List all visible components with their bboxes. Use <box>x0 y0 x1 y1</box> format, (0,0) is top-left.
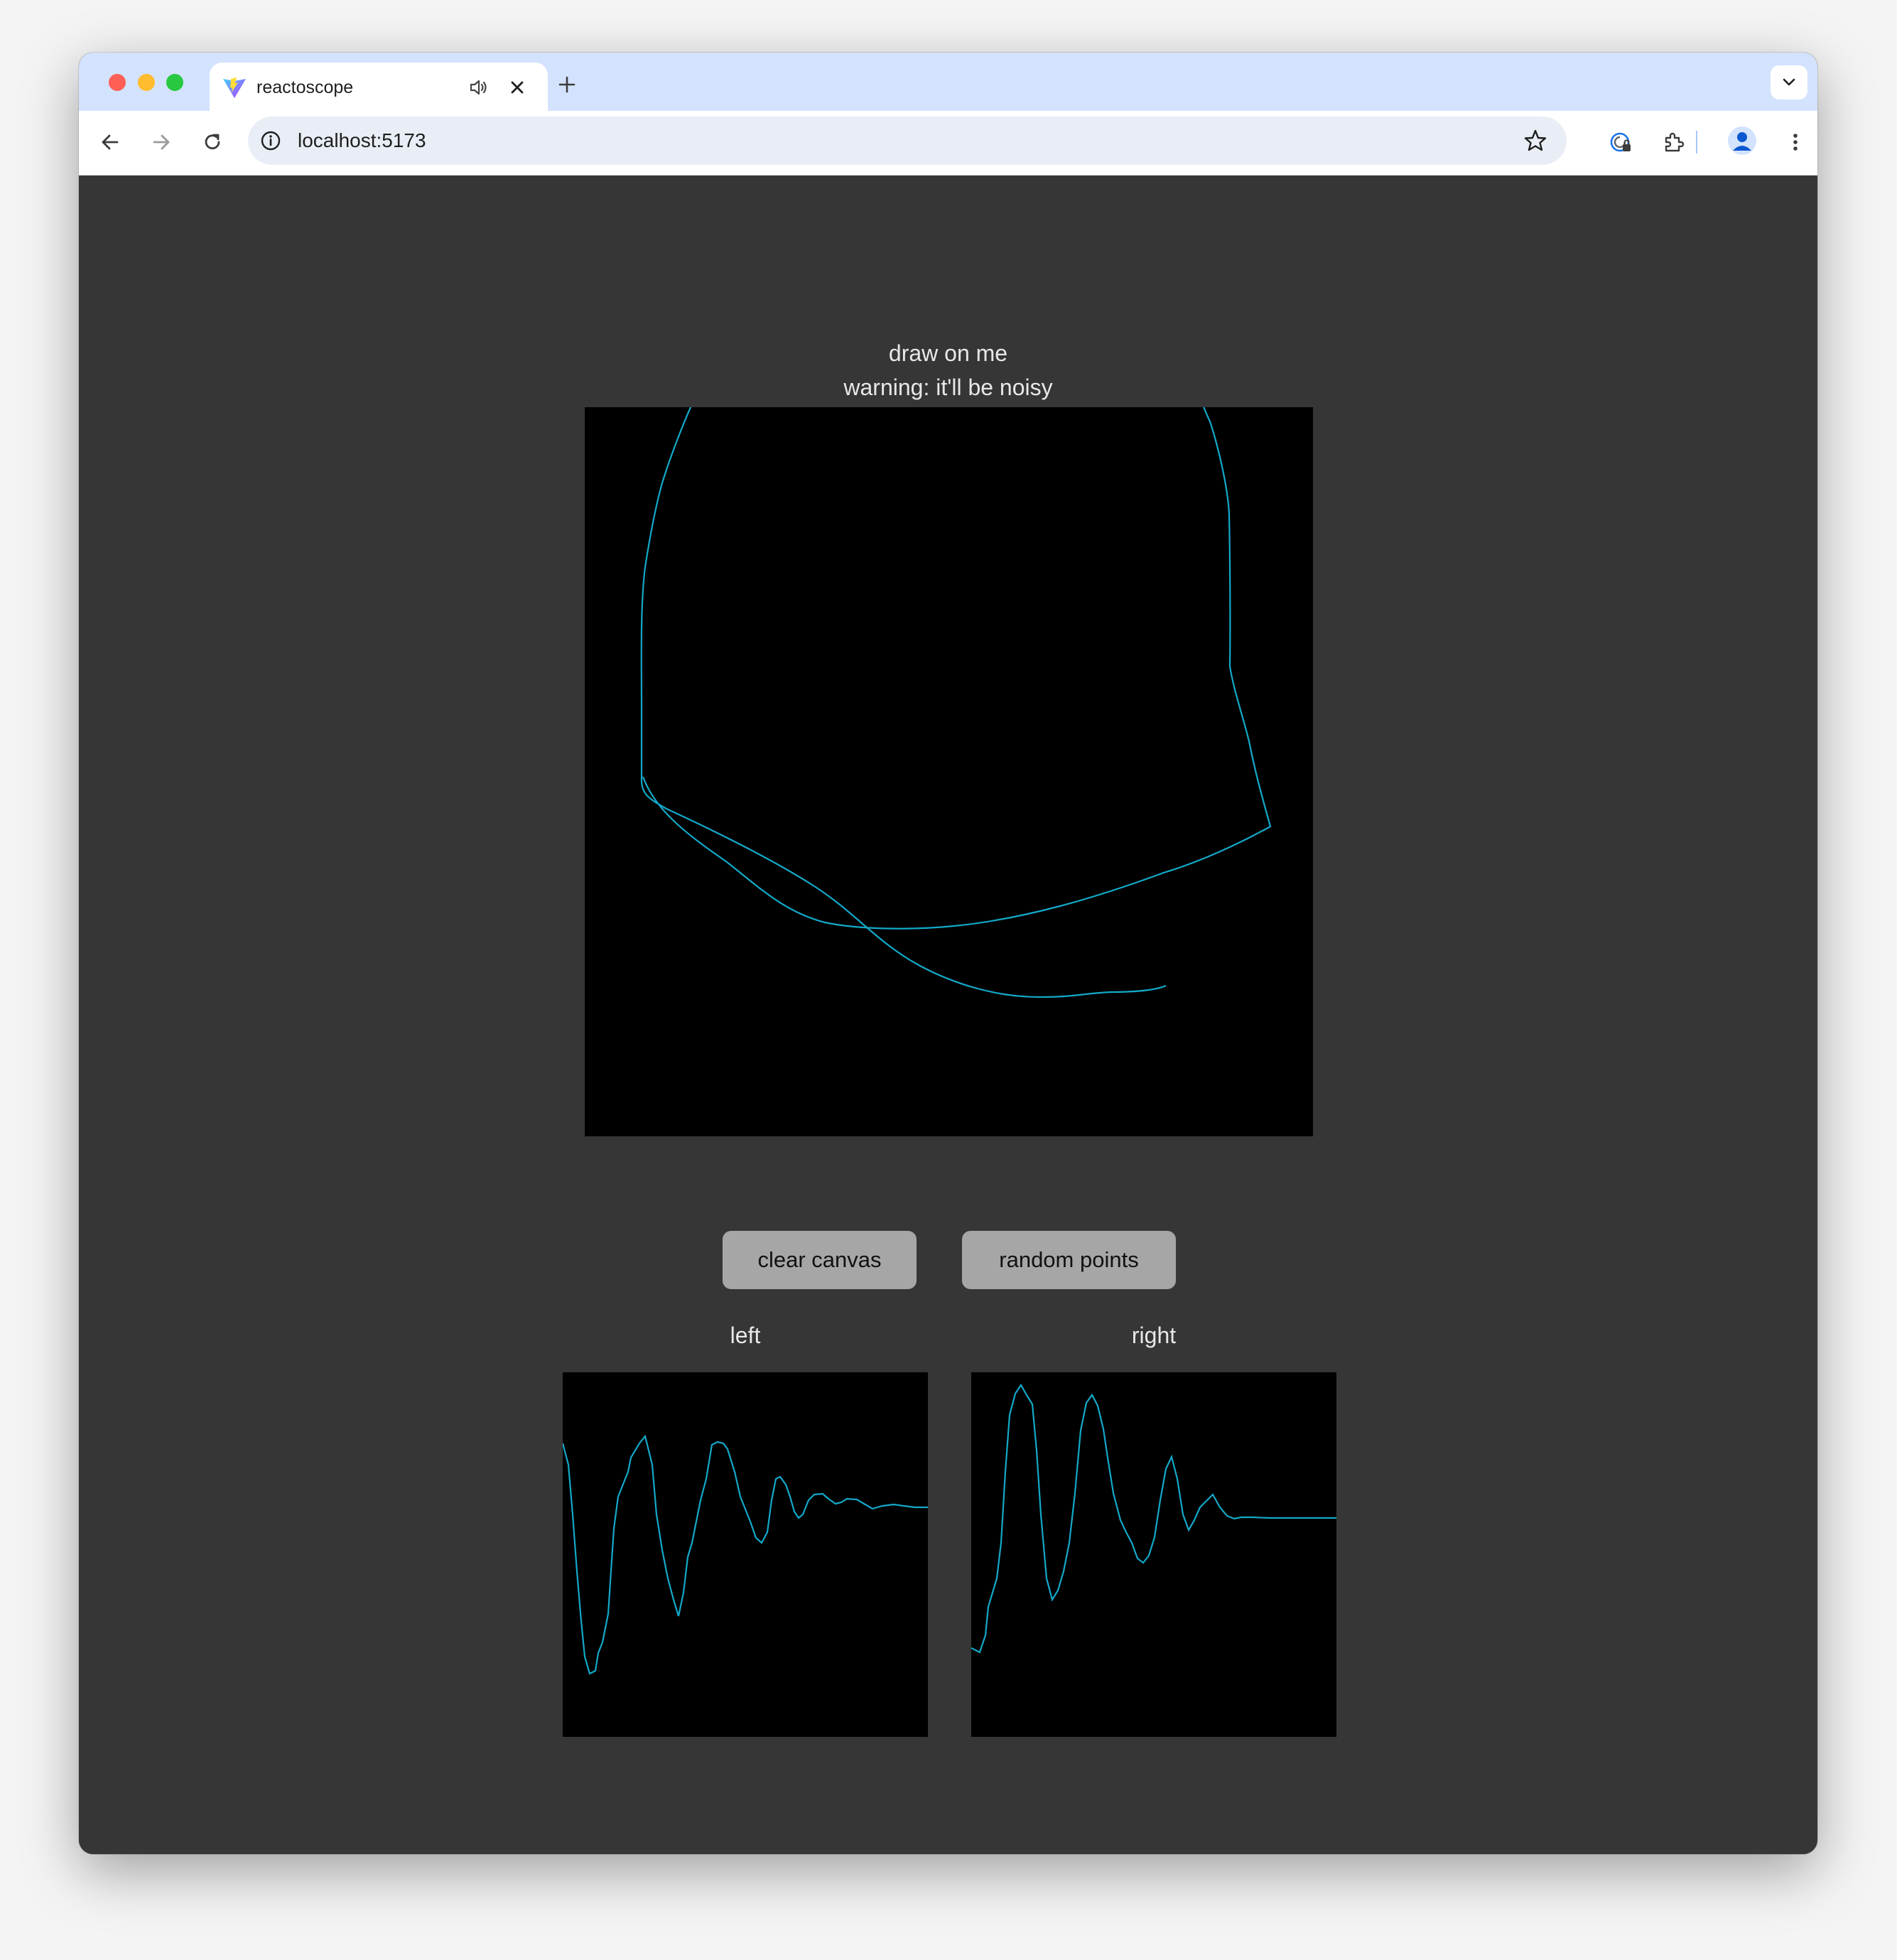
password-manager-icon[interactable] <box>1608 129 1633 155</box>
tab-title: reactoscope <box>256 77 354 97</box>
left-waveform <box>561 1434 928 1675</box>
more-vert-icon[interactable] <box>1787 129 1804 155</box>
canvas-heading: draw on me <box>888 340 1008 366</box>
profile-icon[interactable] <box>1728 126 1756 155</box>
drawn-stroke <box>640 311 1272 998</box>
star-icon[interactable] <box>1523 128 1548 154</box>
plus-icon[interactable] <box>556 74 578 95</box>
close-window-button[interactable] <box>109 74 126 91</box>
speaker-icon[interactable] <box>468 77 490 98</box>
right-oscilloscope <box>971 1372 1336 1737</box>
address-bar[interactable]: localhost:5173 <box>248 117 1567 165</box>
right-scope-label: right <box>1131 1323 1177 1348</box>
reload-icon[interactable] <box>200 129 225 155</box>
chevron-down-icon <box>1783 78 1795 86</box>
extensions-icon[interactable] <box>1660 129 1686 155</box>
tab-strip: reactoscope <box>79 53 1817 111</box>
drawing-canvas[interactable] <box>585 311 1313 1136</box>
left-scope-label: left <box>730 1323 761 1348</box>
back-arrow-icon[interactable] <box>97 129 123 155</box>
forward-arrow-icon[interactable] <box>148 129 174 155</box>
minimize-window-button[interactable] <box>138 74 155 91</box>
clear-canvas-button[interactable]: clear canvas <box>723 1231 917 1289</box>
tab-search-button[interactable] <box>1771 65 1807 99</box>
zoom-window-button[interactable] <box>166 74 183 91</box>
random-points-button[interactable]: random points <box>962 1231 1176 1289</box>
right-waveform <box>971 1383 1336 1654</box>
toolbar-divider <box>1696 131 1697 154</box>
browser-window: reactoscope localhost:5173 draw on me wa… <box>79 53 1817 1854</box>
browser-toolbar: localhost:5173 <box>79 111 1817 176</box>
page-viewport: draw on me warning: it'll be noisy clear… <box>79 176 1817 1854</box>
info-icon[interactable] <box>259 129 282 152</box>
close-icon[interactable] <box>507 77 528 98</box>
vite-favicon <box>223 77 246 98</box>
url-text: localhost:5173 <box>298 129 426 151</box>
canvas-warning: warning: it'll be noisy <box>843 375 1053 400</box>
tab-reactoscope[interactable]: reactoscope <box>210 63 548 111</box>
left-oscilloscope <box>561 1372 928 1737</box>
